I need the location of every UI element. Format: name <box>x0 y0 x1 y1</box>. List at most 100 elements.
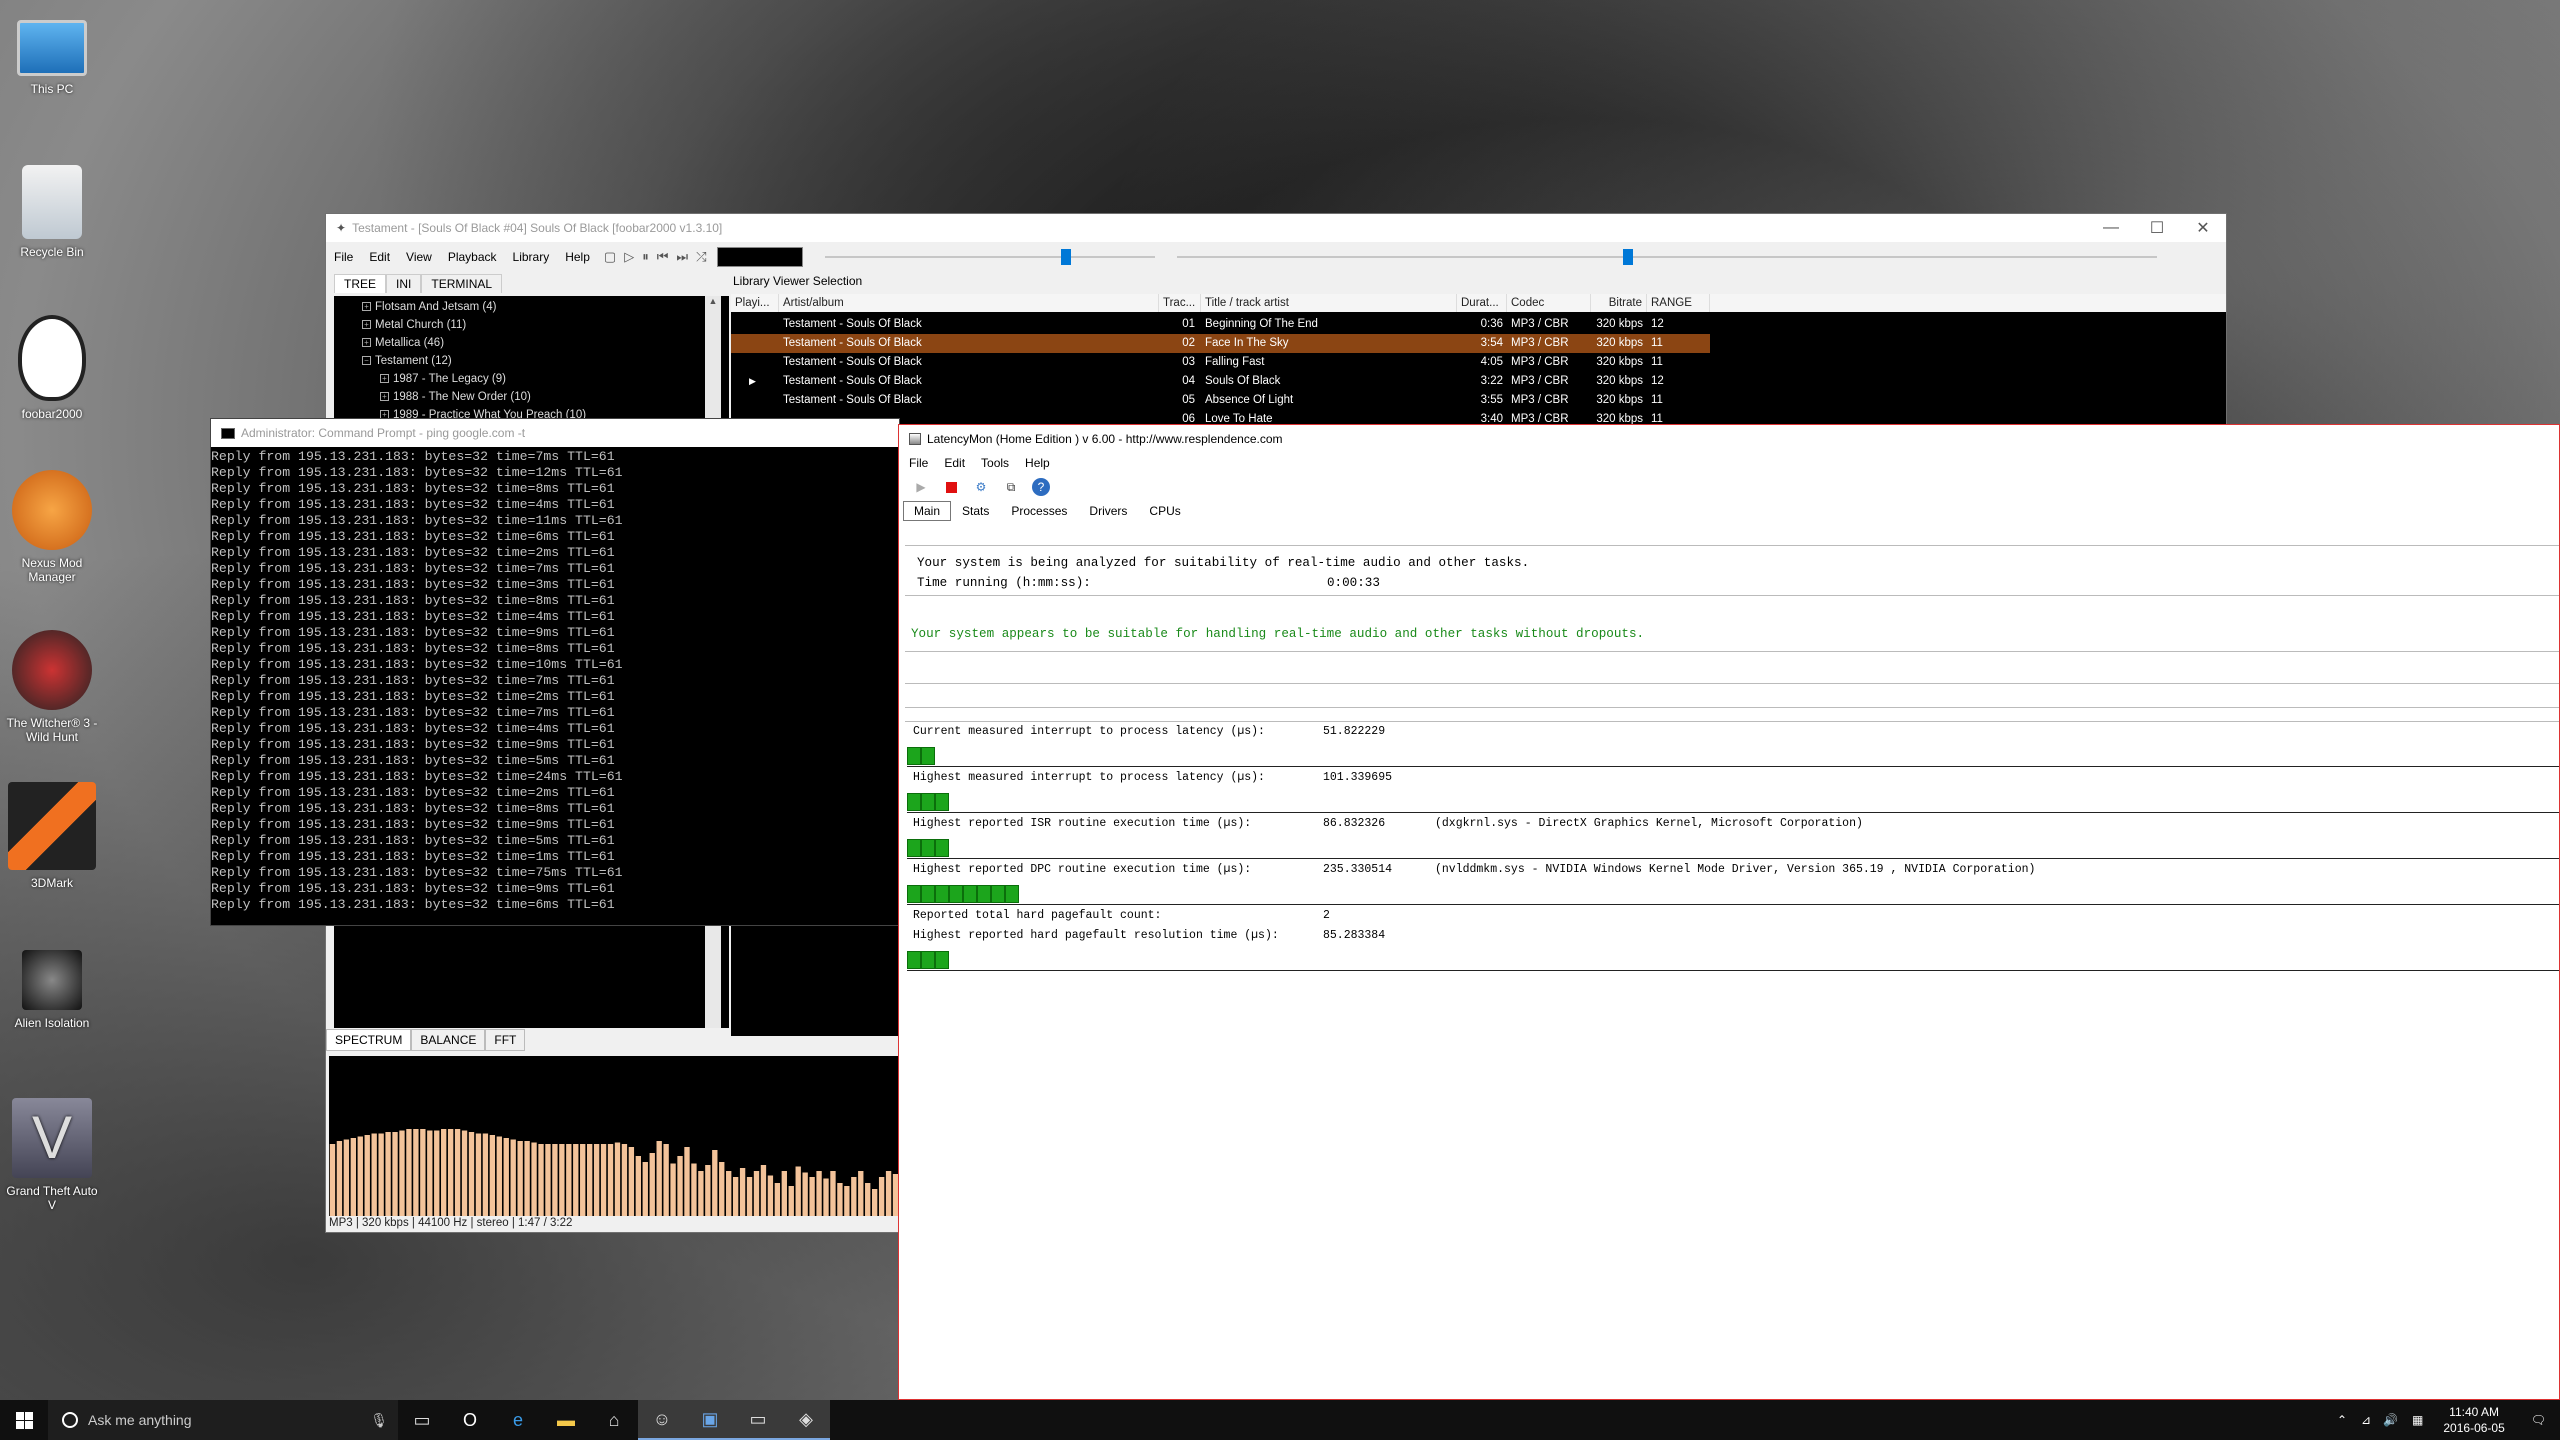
spectrum-bar <box>482 1133 489 1216</box>
tree-item[interactable]: − Testament (12) <box>334 352 729 370</box>
tree-item[interactable]: +1987 - The Legacy (9) <box>334 370 729 388</box>
tree-item[interactable]: + Metal Church (11) <box>334 316 729 334</box>
nexus-icon <box>12 470 92 550</box>
col-playing[interactable]: Playi... <box>731 294 779 312</box>
menu-help[interactable]: Help <box>557 250 598 264</box>
spectrum-bar <box>552 1144 558 1216</box>
stop-icon[interactable] <box>941 477 961 497</box>
latencymon-title-bar[interactable]: LatencyMon (Home Edition ) v 6.00 - http… <box>899 425 2559 453</box>
tab-drivers[interactable]: Drivers <box>1078 501 1138 521</box>
desktop-icon-witcher3[interactable]: The Witcher® 3 - Wild Hunt <box>4 630 100 744</box>
play-icon[interactable]: ▷ <box>624 249 634 265</box>
task-view-button[interactable]: ▭ <box>398 1400 446 1440</box>
clock[interactable]: 11:40 AM 2016-06-05 <box>2431 1404 2516 1436</box>
microphone-icon[interactable]: 🎙 <box>370 1412 388 1429</box>
tree-item[interactable]: + Flotsam And Jetsam (4) <box>334 298 729 316</box>
desktop-icon-this-pc[interactable]: This PC <box>4 10 100 96</box>
col-bitrate[interactable]: Bitrate <box>1591 294 1647 312</box>
stop-icon[interactable]: ▢ <box>604 249 616 265</box>
taskbar-edge[interactable]: e <box>494 1400 542 1440</box>
desktop-icon-alien-isolation[interactable]: Alien Isolation <box>4 950 100 1030</box>
cmd-output[interactable]: Reply from 195.13.231.183: bytes=32 time… <box>211 447 899 913</box>
pause-icon[interactable]: ⏸ <box>642 249 649 265</box>
taskbar-file-explorer[interactable]: ▬ <box>542 1400 590 1440</box>
desktop-icon-nexus-mod-manager[interactable]: Nexus Mod Manager <box>4 470 100 584</box>
spectrum-bar <box>427 1130 433 1216</box>
col-artist[interactable]: Artist/album <box>779 294 1159 312</box>
tab-tree[interactable]: TREE <box>334 274 387 293</box>
col-track[interactable]: Trac... <box>1159 294 1201 312</box>
previous-icon[interactable]: ⏮ <box>657 249 669 265</box>
menu-playback[interactable]: Playback <box>440 250 505 264</box>
seek-bar[interactable] <box>1176 247 2157 267</box>
desktop-icon-recycle-bin[interactable]: Recycle Bin <box>4 165 100 259</box>
start-icon[interactable]: ▶ <box>911 477 931 497</box>
col-title[interactable]: Title / track artist <box>1201 294 1457 312</box>
cmd-line: Reply from 195.13.231.183: bytes=32 time… <box>211 529 615 544</box>
expand-icon[interactable]: + <box>362 320 371 330</box>
playlist-row[interactable]: ▶ Testament - Souls Of Black 04 Souls Of Bl… <box>731 372 1710 391</box>
taskbar-store[interactable]: ⌂ <box>590 1400 638 1440</box>
bar-block <box>977 885 991 903</box>
tab-processes[interactable]: Processes <box>1000 501 1078 521</box>
tree-item[interactable]: + Metallica (46) <box>334 334 729 352</box>
random-icon[interactable]: ⤮ <box>696 249 706 265</box>
taskbar-foobar2000[interactable]: ☺ <box>638 1400 686 1440</box>
close-icon[interactable]: ✕ <box>2180 218 2226 238</box>
taskbar-other-app[interactable]: ◈ <box>782 1400 830 1440</box>
col-duration[interactable]: Durat... <box>1457 294 1507 312</box>
taskbar-opera[interactable]: O <box>446 1400 494 1440</box>
menu-file[interactable]: File <box>326 250 361 264</box>
minimize-icon[interactable]: — <box>2088 219 2134 237</box>
expand-icon[interactable]: + <box>380 392 389 402</box>
help-icon[interactable]: ? <box>1031 477 1051 497</box>
network-icon[interactable]: ⊿ <box>2355 1413 2377 1427</box>
desktop-icon-gta5[interactable]: V Grand Theft Auto V <box>4 1098 100 1212</box>
tab-main[interactable]: Main <box>903 501 952 521</box>
cmd-title-bar[interactable]: Administrator: Command Prompt - ping goo… <box>211 419 899 447</box>
playlist-row[interactable]: Testament - Souls Of Black 02 Face In The … <box>731 334 1710 353</box>
desktop-icon-3dmark[interactable]: 3DMark <box>4 782 100 890</box>
menu-edit[interactable]: Edit <box>936 456 973 470</box>
foobar-title-bar[interactable]: ✦ Testament - [Souls Of Black #04] Souls… <box>326 214 2226 242</box>
menu-view[interactable]: View <box>398 250 440 264</box>
taskbar-latencymon[interactable]: ▣ <box>686 1400 734 1440</box>
tab-terminal[interactable]: TERMINAL <box>421 274 503 293</box>
col-range[interactable]: RANGE <box>1647 294 1710 312</box>
expand-icon[interactable]: + <box>362 338 371 348</box>
menu-tools[interactable]: Tools <box>973 456 1017 470</box>
windows-icon[interactable]: ⧉ <box>1001 477 1021 497</box>
action-center-icon[interactable]: 🗨 <box>2517 1413 2560 1427</box>
next-icon[interactable]: ⏭ <box>676 249 688 265</box>
spectrum-bar <box>767 1175 774 1216</box>
analyze-icon[interactable]: ⚙ <box>971 477 991 497</box>
volume-icon[interactable]: 🔊 <box>2377 1413 2404 1427</box>
tab-cpus[interactable]: CPUs <box>1138 501 1191 521</box>
maximize-icon[interactable]: ☐ <box>2134 218 2180 238</box>
tree-item[interactable]: +1988 - The New Order (10) <box>334 388 729 406</box>
menu-help[interactable]: Help <box>1017 456 1058 470</box>
tab-spectrum[interactable]: SPECTRUM <box>326 1029 412 1051</box>
taskbar-command-prompt[interactable]: ▭ <box>734 1400 782 1440</box>
menu-file[interactable]: File <box>901 456 936 470</box>
tab-balance[interactable]: BALANCE <box>411 1029 486 1051</box>
cortana-search-box[interactable]: Ask me anything 🎙 <box>48 1400 398 1440</box>
expand-icon[interactable]: + <box>362 302 371 312</box>
playlist-row[interactable]: Testament - Souls Of Black 05 Absence Of L… <box>731 391 1710 410</box>
desktop-icon-foobar2000[interactable]: foobar2000 <box>4 315 100 421</box>
playlist-row[interactable]: Testament - Souls Of Black 03 Falling Fast… <box>731 353 1710 372</box>
expand-icon[interactable]: + <box>380 374 389 384</box>
show-hidden-icons-icon[interactable]: ⌃ <box>2329 1413 2355 1427</box>
menu-edit[interactable]: Edit <box>361 250 398 264</box>
volume-slider[interactable] <box>824 247 1155 267</box>
collapse-icon[interactable]: − <box>362 356 371 366</box>
tab-stats[interactable]: Stats <box>951 501 1000 521</box>
menu-library[interactable]: Library <box>505 250 558 264</box>
start-button[interactable] <box>0 1400 48 1440</box>
playlist-row[interactable]: Testament - Souls Of Black 01 Beginning Of… <box>731 315 1710 334</box>
tab-ini[interactable]: INI <box>386 274 422 293</box>
spectrum-bar <box>614 1142 621 1216</box>
language-icon[interactable]: ▦ <box>2404 1413 2431 1427</box>
tab-fft[interactable]: FFT <box>485 1029 526 1051</box>
col-codec[interactable]: Codec <box>1507 294 1591 312</box>
